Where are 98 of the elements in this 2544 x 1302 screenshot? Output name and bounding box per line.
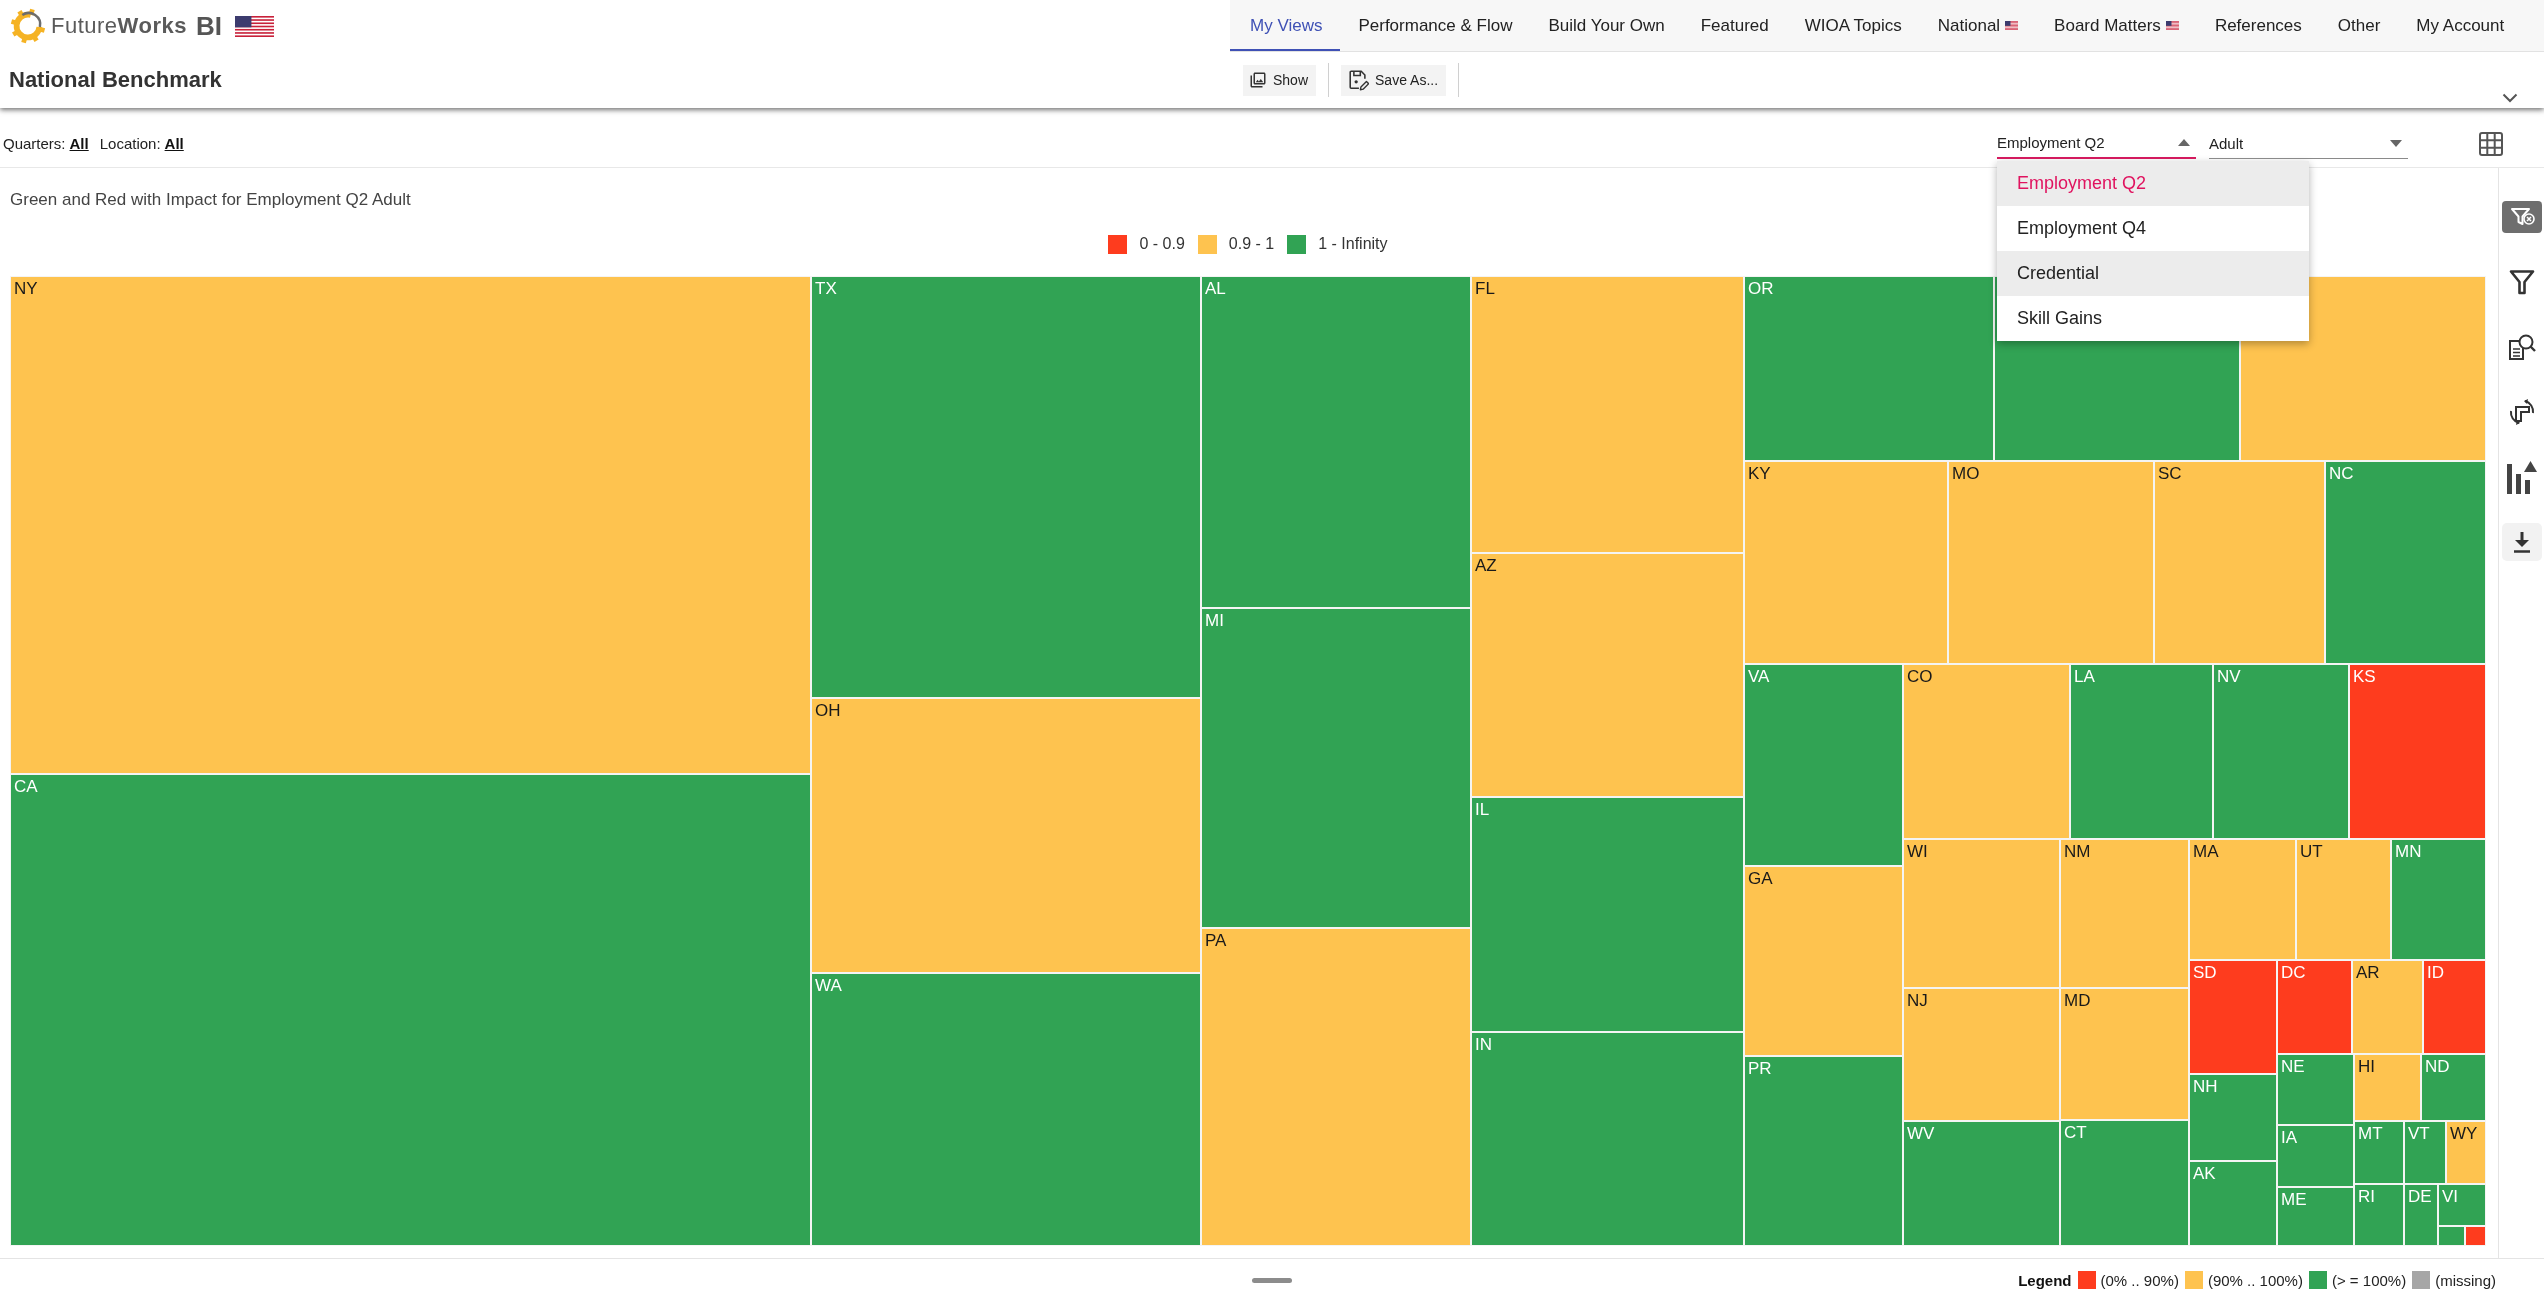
nav-tab[interactable]: Performance & Flow (1340, 0, 1531, 51)
show-button[interactable]: Show (1243, 64, 1317, 96)
treemap-tile: MT (2354, 1121, 2404, 1184)
legend-label: 0 - 0.9 (1139, 235, 1185, 253)
treemap-tile: HI (2354, 1054, 2421, 1121)
treemap-tile: WI (1903, 839, 2060, 988)
nav-tab[interactable]: Board Matters (2036, 0, 2197, 51)
filter-label: Quarters: (3, 135, 66, 152)
treemap-tile: NJ (1903, 988, 2060, 1121)
select-field[interactable]: Adult (2209, 128, 2408, 159)
dropdown-option[interactable]: Employment Q2 (1997, 161, 2309, 206)
treemap-tile: RI (2354, 1184, 2404, 1246)
filter-link[interactable]: All (69, 135, 89, 152)
treemap-tile: DE (2404, 1184, 2438, 1246)
filter-link[interactable]: All (164, 135, 184, 152)
treemap-tile: GA (1744, 866, 1903, 1056)
treemap-tile: MN (2391, 839, 2486, 960)
treemap-tile: AL (1201, 276, 1471, 608)
bar-chart-icon[interactable] (2506, 459, 2537, 494)
treemap-tile: WA (811, 973, 1201, 1246)
caret-up-icon (2178, 139, 2190, 146)
legend-label: 1 - Infinity (1318, 235, 1388, 253)
treemap-tile: LA (2070, 664, 2213, 839)
chevron-down-icon[interactable] (2502, 93, 2518, 103)
treemap-tile: CA (10, 774, 811, 1246)
treemap-tile: UT (2296, 839, 2391, 960)
caret-down-icon (2390, 139, 2402, 147)
legend-label: (90% .. 100%) (2207, 1271, 2303, 1289)
dropdown-option[interactable]: Employment Q4 (1997, 206, 2309, 251)
treemap-tile: DC (2277, 960, 2352, 1054)
treemap-tile: PR (1744, 1056, 1903, 1246)
legend-title: Legend (2018, 1271, 2072, 1289)
treemap-tile: OH (811, 698, 1201, 973)
filter-icon[interactable] (2508, 268, 2535, 295)
treemap-tile: MD (2060, 988, 2189, 1120)
images-icon (1249, 71, 1267, 89)
treemap-tile: AK (2189, 1161, 2277, 1246)
save-as-button[interactable]: Save As... (1341, 64, 1447, 96)
page-title: National Benchmark (8, 66, 223, 94)
treemap-tile: MO (1948, 461, 2154, 664)
nav-tab[interactable]: WIOA Topics (1786, 0, 1920, 51)
nav-tab[interactable]: My Views (1230, 0, 1341, 51)
treemap-tile: NV (2213, 664, 2349, 839)
treemap-tile: PA (1201, 928, 1471, 1246)
treemap-tile: FL (1471, 276, 1744, 553)
nav-tab[interactable]: National (1919, 0, 2037, 51)
treemap-tile: ND (2421, 1054, 2486, 1121)
treemap-tile: ME (2277, 1187, 2354, 1246)
select-field[interactable]: Employment Q2 (1997, 128, 2196, 159)
legend-label: (> = 100%) (2331, 1271, 2407, 1289)
treemap-tile: VI (2438, 1184, 2486, 1226)
treemap-tile: NM (2060, 839, 2189, 988)
treemap-tile: MI (1201, 608, 1471, 928)
dropdown-option[interactable]: Skill Gains (1997, 296, 2309, 341)
dropdown-option[interactable]: Credential (1997, 251, 2309, 296)
treemap-tile: MA (2189, 839, 2296, 960)
treemap-tile: AZ (1471, 553, 1744, 797)
flag-icon (234, 15, 274, 37)
nav-tab[interactable]: Other (2319, 0, 2399, 51)
nav-tab[interactable]: Build Your Own (1530, 0, 1683, 51)
treemap-tile: ID (2423, 960, 2486, 1054)
treemap-tile: NY (10, 276, 811, 774)
resize-handle[interactable] (1252, 1277, 1292, 1283)
legend-label: (missing) (2435, 1271, 2496, 1289)
nav-tab[interactable]: My Account (2398, 0, 2523, 51)
brand-name: FutureWorks (51, 13, 187, 39)
treemap-tile: TX (811, 276, 1201, 698)
document-pencil-icon (1347, 69, 1370, 91)
brand-suffix: BI (195, 10, 222, 42)
filter-label: Location: (99, 135, 161, 152)
legend-label: 0.9 - 1 (1228, 235, 1275, 253)
treemap-tile: WV (1903, 1121, 2060, 1246)
filter-clear-icon[interactable] (2501, 200, 2542, 233)
treemap-tile: KS (2349, 664, 2486, 839)
treemap-tile: IN (1471, 1032, 1744, 1246)
treemap-tile: NE (2277, 1054, 2354, 1125)
nav-tab[interactable]: Featured (1682, 0, 1787, 51)
treemap-tile: SC (2154, 461, 2325, 664)
treemap-tile: AR (2352, 960, 2423, 1054)
document-search-icon[interactable] (2507, 332, 2536, 361)
nav-tab[interactable]: References (2196, 0, 2320, 51)
download-icon[interactable] (2501, 522, 2542, 561)
treemap-tile: CO (1903, 664, 2070, 839)
treemap-tile: SD (2189, 960, 2277, 1074)
legend-label: (0% .. 90%) (2100, 1271, 2179, 1289)
treemap-tile: VA (1744, 664, 1903, 866)
treemap-tile: IL (1471, 797, 1744, 1032)
treemap-tile: NH (2189, 1074, 2277, 1161)
treemap-tile: NC (2325, 461, 2486, 664)
treemap-tile: VT (2404, 1121, 2446, 1184)
treemap-tile: IA (2277, 1125, 2354, 1187)
treemap-tile: KY (1744, 461, 1948, 664)
chart-title: Green and Red with Impact for Employment Q2 Adult (10, 189, 412, 211)
grid-icon[interactable] (2479, 131, 2503, 156)
treemap-tile: CT (2060, 1120, 2189, 1246)
gear-icon (9, 7, 47, 45)
treemap-tile: WY (2446, 1121, 2486, 1184)
treemap-tile: OR (1744, 276, 1994, 461)
